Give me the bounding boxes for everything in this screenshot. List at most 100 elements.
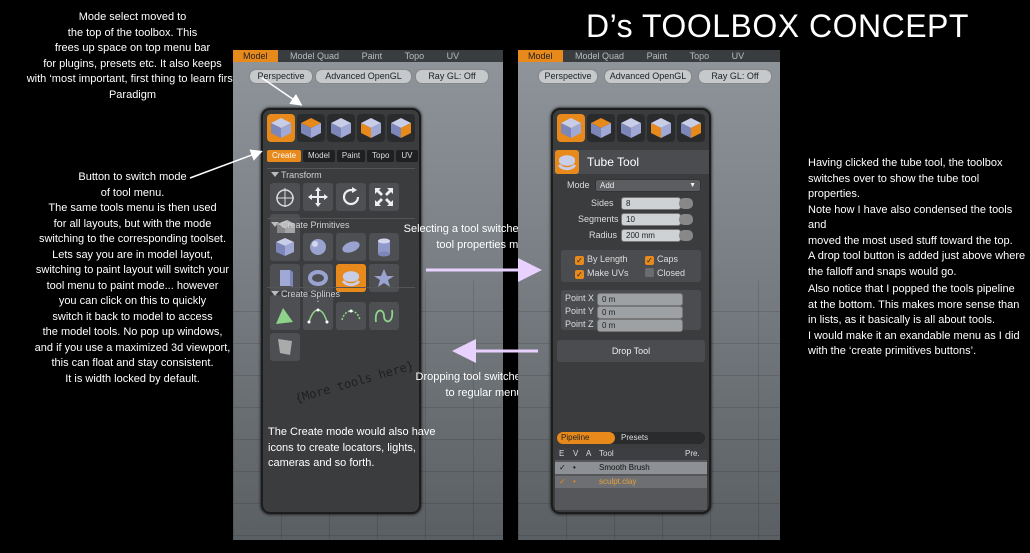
section-primitives-header[interactable]: Create Primitives (267, 219, 415, 231)
table-row[interactable]: ✓ • sculpt.clay (555, 476, 707, 488)
spline-tool-3-button[interactable] (336, 302, 366, 330)
layout-tab-model[interactable]: Model (233, 50, 278, 62)
point-z-field[interactable]: 0 m (597, 319, 683, 332)
spline-tool-5-button[interactable] (270, 333, 300, 361)
point-x-field[interactable]: 0 m (597, 293, 683, 306)
tab-presets[interactable]: Presets (621, 432, 648, 444)
ray-gl-button[interactable]: Ray GL: Off (698, 69, 772, 84)
note-tube-clicked: Having clicked the tube tool, the toolbo… (808, 157, 1026, 278)
closed-checkbox[interactable]: Closed (645, 268, 685, 278)
col-a: A (586, 449, 592, 458)
move-tool-button[interactable] (303, 183, 333, 211)
sphere-icon (310, 239, 326, 255)
transform-tool-button[interactable] (270, 183, 300, 211)
visible-dot-icon[interactable]: • (573, 476, 576, 488)
rotate-tool-button[interactable] (336, 183, 366, 211)
tool-header: Tube Tool (553, 150, 709, 174)
note-pipeline: Also notice that I popped the tools pipe… (808, 283, 1020, 357)
bezier-icon (341, 309, 361, 321)
capsule-tool-button[interactable] (336, 233, 366, 261)
visible-dot-icon[interactable]: • (573, 462, 576, 474)
segments-stepper[interactable] (679, 214, 693, 225)
drop-tool-button[interactable]: Drop Tool (557, 340, 705, 362)
sides-field[interactable]: 8 (621, 197, 681, 210)
more-tools-placeholder: {More tools here} (293, 358, 416, 406)
page-title: D’s TOOLBOX CONCEPT (586, 8, 969, 44)
radius-field[interactable]: 200 mm (621, 229, 681, 242)
enabled-check-icon[interactable]: ✓ (559, 476, 566, 488)
segments-value: 10 (626, 215, 635, 224)
col-v: V (573, 449, 579, 458)
point-x-value: 0 m (602, 295, 616, 304)
mode-create-button[interactable] (557, 114, 585, 142)
mode-model-button[interactable] (297, 114, 325, 142)
enabled-check-icon[interactable]: ✓ (559, 462, 566, 474)
point-y-value: 0 m (602, 308, 616, 317)
mode-model-button[interactable] (587, 114, 615, 142)
layout-tab-uv[interactable]: UV (722, 50, 755, 62)
viewport-right[interactable]: Model Model Quad Paint Topo UV Perspecti… (518, 50, 780, 540)
tab-model[interactable]: Model (303, 150, 335, 162)
layout-tab-model-quad[interactable]: Model Quad (565, 50, 634, 62)
advanced-opengl-button[interactable]: Advanced OpenGL (604, 69, 692, 84)
tab-topo[interactable]: Topo (367, 150, 395, 162)
by-length-checkbox[interactable]: ✓ By Length (575, 254, 628, 265)
cube-icon (391, 118, 411, 138)
layout-tab-paint[interactable]: Paint (352, 50, 393, 62)
caps-checkbox[interactable]: ✓ Caps (645, 254, 678, 265)
perspective-button[interactable]: Perspective (538, 69, 598, 84)
ray-gl-button[interactable]: Ray GL: Off (415, 69, 489, 84)
radius-stepper[interactable] (679, 230, 693, 241)
spline-tool-2-button[interactable] (303, 302, 333, 330)
point-y-field[interactable]: 0 m (597, 306, 683, 319)
mode-label: Mode (567, 180, 590, 190)
note-switch-mode: Button to switch mode of tool menu. The … (34, 171, 231, 385)
tab-create[interactable]: Create (267, 150, 302, 162)
col-tool: Tool (599, 449, 614, 458)
by-length-label: By Length (587, 254, 628, 264)
sphere-tool-button[interactable] (303, 233, 333, 261)
section-splines-header[interactable]: Create Splines (267, 288, 415, 300)
layout-tab-topo[interactable]: Topo (395, 50, 435, 62)
perspective-button[interactable]: Perspective (249, 69, 313, 84)
make-uvs-checkbox[interactable]: ✓ Make UVs (575, 268, 629, 279)
scale-tool-button[interactable] (369, 183, 399, 211)
checkbox-checked-icon: ✓ (575, 256, 584, 265)
mode-paint-button[interactable] (617, 114, 645, 142)
layout-tab-model[interactable]: Model (518, 50, 563, 62)
section-create-splines: Create Splines (267, 287, 415, 363)
cube-tool-button[interactable] (270, 233, 300, 261)
mode-create-button[interactable] (267, 114, 295, 142)
cube-icon (561, 118, 581, 138)
sides-stepper[interactable] (679, 198, 693, 209)
mode-topo-button[interactable] (357, 114, 385, 142)
mode-uv-button[interactable] (387, 114, 415, 142)
layout-tabs: Model Model Quad Paint Topo UV (518, 50, 780, 62)
mode-uv-button[interactable] (677, 114, 705, 142)
segments-field[interactable]: 10 (621, 213, 681, 226)
sides-value: 8 (626, 199, 631, 208)
mode-topo-button[interactable] (647, 114, 675, 142)
cylinder-icon (378, 238, 390, 257)
tab-paint[interactable]: Paint (336, 150, 366, 162)
advanced-opengl-button[interactable]: Advanced OpenGL (315, 69, 412, 84)
spline-tool-1-button[interactable] (270, 302, 300, 330)
spline-tool-4-button[interactable] (369, 302, 399, 330)
make-uvs-label: Make UVs (587, 268, 629, 278)
cube-icon (591, 118, 611, 138)
layout-tab-model-quad[interactable]: Model Quad (280, 50, 349, 62)
table-row[interactable]: ✓ • Smooth Brush (555, 462, 707, 474)
section-transform-header[interactable]: Transform (267, 169, 415, 181)
tab-pipeline[interactable]: Pipeline (557, 432, 615, 444)
cylinder-tool-button[interactable] (369, 233, 399, 261)
mode-dropdown[interactable]: Add ▼ (595, 179, 701, 192)
curve-points-icon (307, 308, 329, 324)
mode-paint-button[interactable] (327, 114, 355, 142)
closed-label: Closed (657, 268, 686, 278)
layout-tab-paint[interactable]: Paint (637, 50, 678, 62)
layout-tab-uv[interactable]: UV (437, 50, 470, 62)
tool-name: Smooth Brush (599, 463, 650, 472)
col-e: E (559, 449, 565, 458)
tab-uv[interactable]: UV (396, 150, 418, 162)
layout-tab-topo[interactable]: Topo (680, 50, 720, 62)
